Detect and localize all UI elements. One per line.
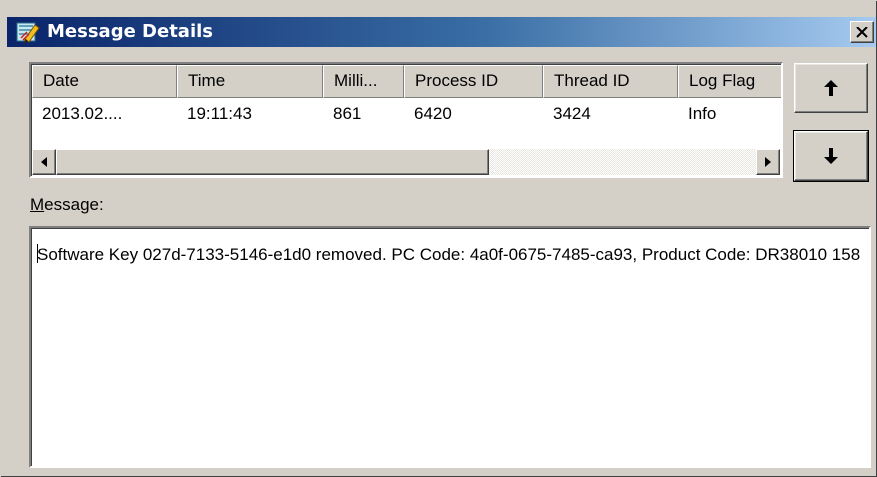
triangle-left-icon <box>41 157 47 167</box>
scrollbar-thumb[interactable] <box>56 149 489 175</box>
next-message-button[interactable] <box>793 130 869 182</box>
message-text: Software Key 027d-7133-5146-e1d0 removed… <box>37 245 861 264</box>
cell-process-id: 6420 <box>414 104 452 123</box>
column-header-process-id[interactable]: Process ID <box>404 65 543 98</box>
previous-message-button[interactable] <box>794 63 868 113</box>
message-label: Message: <box>30 193 104 217</box>
triangle-right-icon <box>765 157 771 167</box>
column-header-time[interactable]: Time <box>177 65 323 98</box>
close-button[interactable] <box>850 21 874 43</box>
arrow-down-icon <box>824 148 838 164</box>
message-label-accelerator: M <box>30 195 45 214</box>
column-header-milliseconds[interactable]: Milli... <box>323 65 404 98</box>
message-label-rest: essage: <box>44 195 104 214</box>
column-header-date[interactable]: Date <box>32 65 177 98</box>
message-textbox[interactable]: Software Key 027d-7133-5146-e1d0 removed… <box>29 226 871 468</box>
column-header-thread-id[interactable]: Thread ID <box>543 65 678 98</box>
close-icon <box>856 26 868 38</box>
app-icon <box>16 22 40 43</box>
cell-thread-id: 3424 <box>553 104 591 123</box>
scroll-left-button[interactable] <box>32 149 56 175</box>
horizontal-scrollbar[interactable] <box>32 149 780 175</box>
column-header-log-flag[interactable]: Log Flag <box>678 65 781 98</box>
message-details-dialog: Message Details Date Time Milli... Proce… <box>0 0 877 477</box>
cell-date: 2013.02.... <box>42 104 123 123</box>
list-header: Date Time Milli... Process ID Thread ID … <box>32 65 781 98</box>
window-title: Message Details <box>47 21 214 42</box>
log-entry-list[interactable]: Date Time Milli... Process ID Thread ID … <box>29 62 783 178</box>
title-bar[interactable]: Message Details <box>7 17 876 47</box>
list-row[interactable]: 2013.02.... 19:11:43 861 6420 3424 Info <box>32 99 781 129</box>
cell-milliseconds: 861 <box>333 104 362 123</box>
scroll-right-button[interactable] <box>756 149 780 175</box>
arrow-up-icon <box>824 80 838 96</box>
cell-time: 19:11:43 <box>187 104 252 123</box>
cell-log-flag: Info <box>688 104 717 123</box>
